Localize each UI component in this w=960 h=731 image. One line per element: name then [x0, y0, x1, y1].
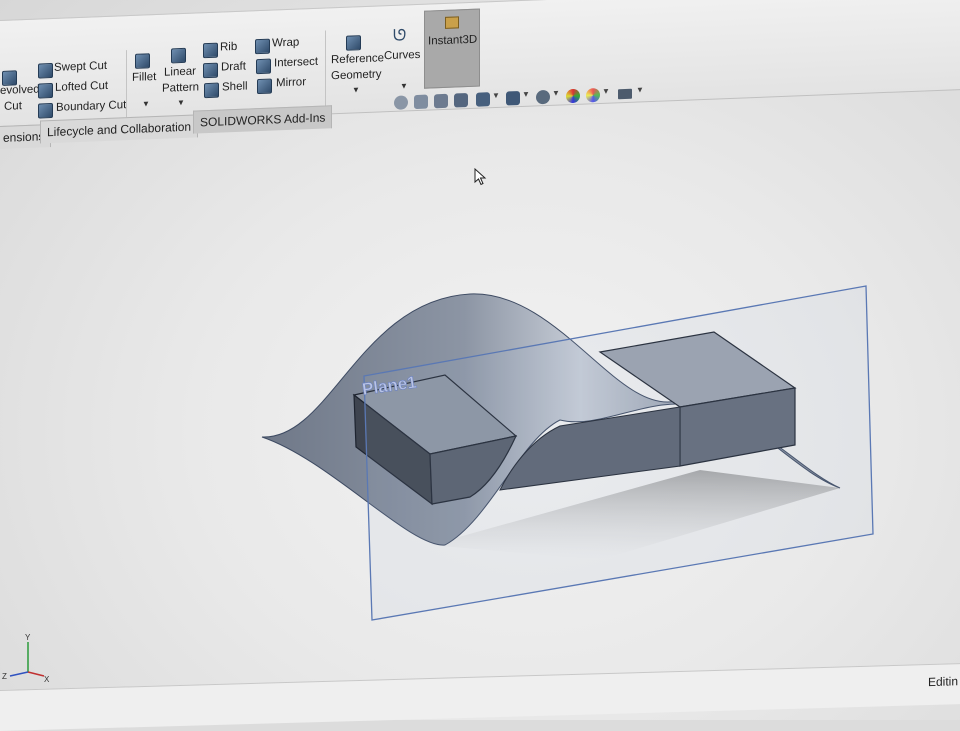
reference-geometry-icon[interactable] — [346, 35, 361, 51]
mouse-cursor-icon — [474, 168, 487, 186]
display-style-icon[interactable] — [506, 91, 520, 106]
instant3d-label: Instant3D — [428, 33, 478, 48]
lofted-cut-button[interactable]: Lofted Cut — [55, 80, 108, 94]
ribbon-separator — [325, 30, 326, 109]
zoom-area-icon[interactable] — [414, 94, 428, 110]
draft-icon[interactable] — [203, 62, 218, 79]
draft-button[interactable]: Draft — [221, 61, 246, 74]
hide-show-icon[interactable] — [536, 89, 550, 105]
linear-pattern-dropdown-icon[interactable]: ▼ — [177, 98, 185, 107]
curves-button[interactable]: Curves — [384, 49, 420, 62]
view-orientation-dropdown-icon[interactable]: ▼ — [492, 91, 500, 100]
rib-button[interactable]: Rib — [220, 41, 237, 54]
section-view-icon[interactable] — [454, 93, 468, 108]
revolved-cut-sublabel[interactable]: Cut — [4, 100, 22, 113]
shell-icon[interactable] — [204, 82, 219, 99]
instant3d-icon — [445, 16, 459, 29]
revolved-cut-label[interactable]: evolved — [0, 83, 40, 97]
intersect-button[interactable]: Intersect — [274, 56, 318, 70]
display-style-dropdown-icon[interactable]: ▼ — [522, 90, 530, 99]
view-orientation-icon[interactable] — [476, 92, 490, 107]
mirror-icon[interactable] — [257, 78, 272, 95]
status-text: Editin — [927, 674, 958, 690]
lofted-cut-icon[interactable] — [38, 82, 53, 99]
wrap-icon[interactable] — [255, 38, 270, 55]
reference-triad: Y X Z — [2, 633, 50, 684]
linear-pattern-button[interactable]: Linear — [164, 65, 196, 78]
shell-button[interactable]: Shell — [222, 80, 248, 93]
mirror-button[interactable]: Mirror — [276, 76, 306, 89]
swept-cut-button[interactable]: Swept Cut — [54, 60, 107, 74]
zoom-to-fit-icon[interactable] — [394, 95, 408, 110]
intersect-icon[interactable] — [256, 58, 271, 75]
tab-solidworks-add-ins[interactable]: SOLIDWORKS Add-Ins — [193, 105, 333, 134]
view-settings-icon[interactable] — [618, 88, 632, 100]
triad-x-label: X — [44, 675, 50, 684]
curves-icon[interactable]: ᘎ — [393, 27, 406, 46]
scene-icon[interactable] — [586, 87, 600, 103]
curves-dropdown-icon[interactable]: ▼ — [400, 81, 408, 90]
view-settings-dropdown-icon[interactable]: ▼ — [636, 85, 644, 94]
reference-geometry-button[interactable]: Reference — [331, 52, 384, 66]
reference-geometry-sublabel[interactable]: Geometry — [331, 68, 382, 82]
swept-cut-icon[interactable] — [38, 62, 53, 79]
hide-show-dropdown-icon[interactable]: ▼ — [552, 88, 560, 97]
fillet-button[interactable]: Fillet — [132, 71, 156, 84]
instant3d-button[interactable]: Instant3D — [424, 8, 480, 89]
rib-icon[interactable] — [203, 42, 218, 59]
linear-pattern-icon[interactable] — [171, 47, 186, 64]
boundary-cut-button[interactable]: Boundary Cut — [56, 99, 126, 114]
triad-z-label: Z — [2, 672, 7, 681]
previous-view-icon[interactable] — [434, 93, 448, 109]
scene-dropdown-icon[interactable]: ▼ — [602, 87, 610, 96]
linear-pattern-sublabel[interactable]: Pattern — [162, 81, 199, 94]
triad-y-label: Y — [25, 633, 31, 642]
wrap-button[interactable]: Wrap — [272, 37, 299, 50]
fillet-dropdown-icon[interactable]: ▼ — [142, 99, 150, 108]
reference-geometry-dropdown-icon[interactable]: ▼ — [352, 85, 360, 94]
appearance-icon[interactable] — [566, 88, 580, 104]
fillet-icon[interactable] — [135, 53, 150, 69]
